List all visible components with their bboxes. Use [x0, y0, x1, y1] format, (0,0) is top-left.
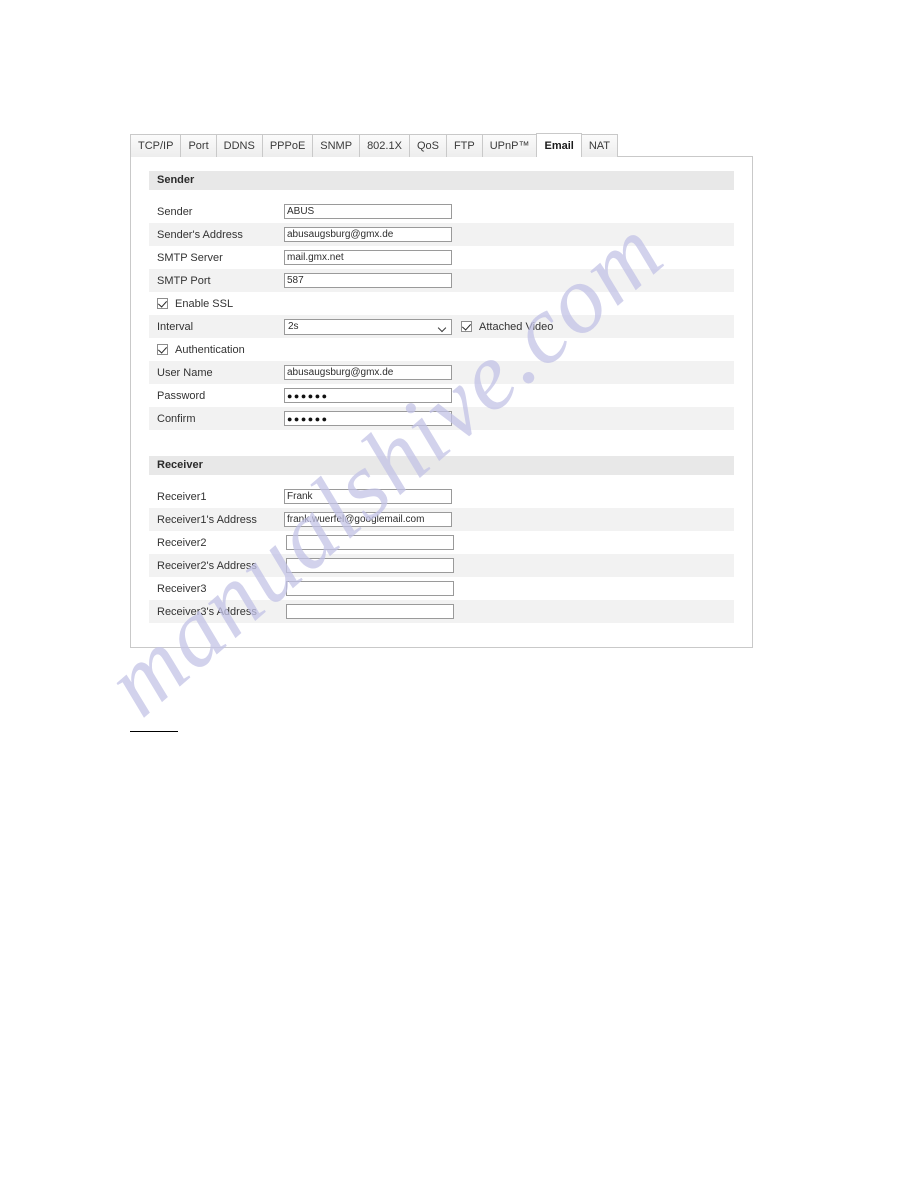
row-smtp-server: SMTP Server — [149, 246, 734, 269]
receiver1-address-input[interactable] — [284, 512, 452, 527]
email-settings-screenshot: TCP/IP Port DDNS PPPoE SNMP 802.1X QoS F… — [130, 133, 753, 648]
senders-address-input[interactable] — [284, 227, 452, 242]
label-smtp-server: SMTP Server — [157, 251, 223, 264]
interval-selected-value: 2s — [288, 320, 299, 332]
tab-snmp[interactable]: SNMP — [312, 134, 361, 157]
tab-8021x[interactable]: 802.1X — [359, 134, 410, 157]
receiver1-input[interactable] — [284, 489, 452, 504]
receiver-section-header: Receiver — [149, 456, 734, 475]
tab-ftp[interactable]: FTP — [445, 134, 483, 157]
label-user-name: User Name — [157, 366, 213, 379]
row-interval: Interval 2s Attached Video — [149, 315, 734, 338]
interval-select[interactable]: 2s — [284, 318, 452, 335]
row-user-name: User Name — [149, 361, 734, 384]
label-confirm: Confirm — [157, 412, 196, 425]
label-password: Password — [157, 389, 206, 402]
attached-video-group[interactable]: Attached Video — [461, 321, 553, 333]
tab-ddns[interactable]: DDNS — [215, 134, 263, 157]
row-senders-address: Sender's Address — [149, 223, 734, 246]
tab-pppoe[interactable]: PPPoE — [261, 134, 314, 157]
row-enable-ssl[interactable]: Enable SSL — [149, 292, 734, 315]
row-receiver1: Receiver1 — [149, 485, 734, 508]
authentication-label: Authentication — [175, 343, 245, 356]
row-receiver1-address: Receiver1's Address — [149, 508, 734, 531]
smtp-port-input[interactable] — [284, 273, 452, 288]
label-receiver2: Receiver2 — [157, 536, 207, 549]
tab-qos[interactable]: QoS — [408, 134, 447, 157]
enable-ssl-checkbox[interactable] — [157, 298, 168, 309]
receiver2-address-input[interactable] — [286, 558, 454, 573]
email-settings-panel: Sender Sender Sender's Address SMTP Serv… — [130, 156, 753, 648]
label-receiver2-address: Receiver2's Address — [157, 559, 257, 572]
password-input[interactable] — [284, 388, 452, 403]
sender-input[interactable] — [284, 204, 452, 219]
attached-video-label: Attached Video — [479, 320, 554, 333]
label-receiver1: Receiver1 — [157, 490, 207, 503]
label-sender: Sender — [157, 205, 193, 218]
row-receiver3-address: Receiver3's Address — [149, 600, 734, 623]
row-receiver2-address: Receiver2's Address — [149, 554, 734, 577]
row-smtp-port: SMTP Port — [149, 269, 734, 292]
tab-email[interactable]: Email — [536, 133, 582, 157]
tab-port[interactable]: Port — [180, 134, 217, 157]
label-receiver1-address: Receiver1's Address — [157, 513, 257, 526]
receiver3-address-input[interactable] — [286, 604, 454, 619]
label-receiver3-address: Receiver3's Address — [157, 605, 257, 618]
row-password: Password — [149, 384, 734, 407]
settings-tab-strip: TCP/IP Port DDNS PPPoE SNMP 802.1X QoS F… — [130, 133, 753, 157]
tab-upnp[interactable]: UPnP™ — [481, 134, 538, 157]
footnote-separator — [130, 731, 178, 732]
row-authentication[interactable]: Authentication — [149, 338, 734, 361]
row-confirm: Confirm — [149, 407, 734, 430]
smtp-server-input[interactable] — [284, 250, 452, 265]
receiver3-input[interactable] — [286, 581, 454, 596]
authentication-checkbox[interactable] — [157, 344, 168, 355]
label-interval: Interval — [157, 320, 194, 333]
tab-tcpip[interactable]: TCP/IP — [130, 134, 182, 157]
chevron-down-icon — [439, 325, 446, 329]
enable-ssl-label: Enable SSL — [175, 297, 234, 310]
row-receiver2: Receiver2 — [149, 531, 734, 554]
label-receiver3: Receiver3 — [157, 582, 207, 595]
row-receiver3: Receiver3 — [149, 577, 734, 600]
label-smtp-port: SMTP Port — [157, 274, 211, 287]
receiver2-input[interactable] — [286, 535, 454, 550]
sender-section-header: Sender — [149, 171, 734, 190]
attached-video-checkbox[interactable] — [461, 321, 472, 332]
user-name-input[interactable] — [284, 365, 452, 380]
confirm-input[interactable] — [284, 411, 452, 426]
row-sender: Sender — [149, 200, 734, 223]
label-senders-address: Sender's Address — [157, 228, 243, 241]
tab-nat[interactable]: NAT — [580, 134, 619, 157]
